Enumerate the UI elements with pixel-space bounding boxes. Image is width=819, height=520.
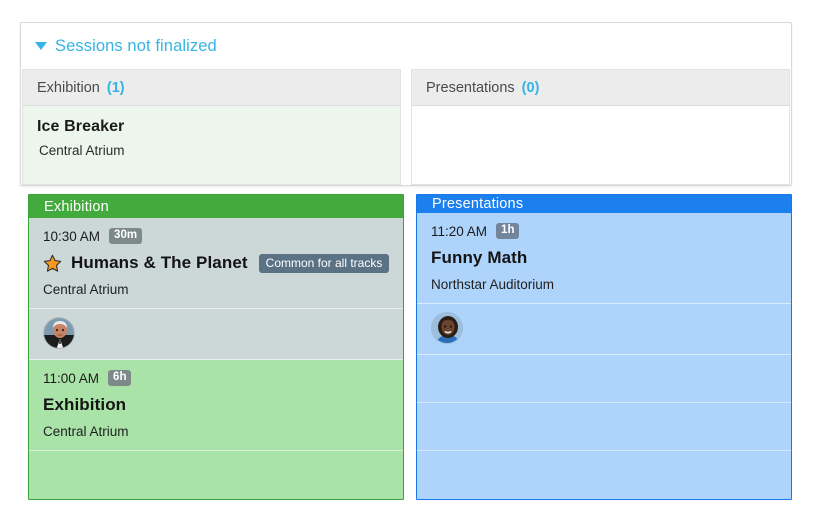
track-presentations: Presentations 11:20 AM 1h Funny Math Nor… [416,194,792,500]
session-time: 10:30 AM [43,228,101,244]
track-exhibition: Exhibition 10:30 AM 30m Humans & The Pla… [28,194,404,500]
session-time: 11:00 AM [43,370,100,386]
track-body-exhibition: 10:30 AM 30m Humans & The Planet Common … [29,218,403,499]
session-card[interactable]: 11:20 AM 1h Funny Math Northstar Auditor… [417,213,791,304]
unfinalized-columns: Exhibition (1) Ice Breaker Central Atriu… [21,69,791,185]
session-title-row: Exhibition [43,394,389,416]
track-empty-slot[interactable] [417,451,791,499]
session-title: Funny Math [431,248,528,267]
unfinalized-header[interactable]: Sessions not finalized [21,23,791,69]
avatar[interactable] [43,317,75,349]
session-card[interactable]: 11:00 AM 6h Exhibition Central Atrium [29,360,403,451]
unfinalized-title: Sessions not finalized [55,36,217,55]
unfinalized-sessions-card: Sessions not finalized Exhibition (1) Ic… [20,22,792,186]
track-columns: Exhibition 10:30 AM 30m Humans & The Pla… [0,194,819,500]
session-common-badge: Common for all tracks [258,253,390,273]
track-header-presentations: Presentations [417,195,791,213]
session-title: Exhibition [43,395,127,414]
caret-down-icon[interactable] [35,42,47,50]
session-title: Humans & The Planet [71,253,248,272]
unfinalized-column-count: (1) [106,79,125,96]
session-time-row: 11:00 AM 6h [43,369,389,387]
unfinalized-session-location: Central Atrium [39,143,125,158]
session-duration-badge: 1h [496,223,520,239]
session-duration-badge: 30m [109,228,143,244]
schedule-screen: Sessions not finalized Exhibition (1) Ic… [0,0,819,520]
unfinalized-column-header: Presentations (0) [412,70,789,106]
session-speakers [29,309,403,360]
session-title-row: Funny Math [431,247,777,269]
unfinalized-column-body: Ice Breaker Central Atrium [23,106,400,184]
unfinalized-column-header: Exhibition (1) [23,70,400,106]
unfinalized-column-exhibition: Exhibition (1) Ice Breaker Central Atriu… [22,69,401,185]
track-empty-slot[interactable] [417,403,791,451]
unfinalized-column-label: Presentations [426,79,515,96]
unfinalized-session-title: Ice Breaker [37,118,125,135]
unfinalized-session-item[interactable]: Ice Breaker Central Atrium [23,106,400,158]
session-card[interactable]: 10:30 AM 30m Humans & The Planet Common … [29,218,403,309]
session-location: Central Atrium [43,282,129,297]
session-speakers [417,304,791,355]
avatar[interactable] [431,312,463,344]
unfinalized-column-presentations: Presentations (0) [411,69,790,185]
session-time-row: 11:20 AM 1h [431,222,777,240]
track-empty-slot[interactable] [29,451,403,499]
track-name: Exhibition [44,198,109,215]
unfinalized-column-label: Exhibition [37,79,100,96]
session-time: 11:20 AM [431,223,488,239]
session-location: Central Atrium [43,424,129,439]
unfinalized-column-count: (0) [521,79,540,96]
session-duration-badge: 6h [108,370,132,386]
track-body-presentations: 11:20 AM 1h Funny Math Northstar Auditor… [417,213,791,499]
session-time-row: 10:30 AM 30m [43,227,389,245]
track-empty-slot[interactable] [417,355,791,403]
session-title-row: Humans & The Planet Common for all track… [43,252,390,274]
track-header-exhibition: Exhibition [29,195,403,218]
track-name: Presentations [432,196,524,212]
unfinalized-column-body [412,106,789,184]
star-icon[interactable] [43,254,62,273]
session-location: Northstar Auditorium [431,277,555,292]
